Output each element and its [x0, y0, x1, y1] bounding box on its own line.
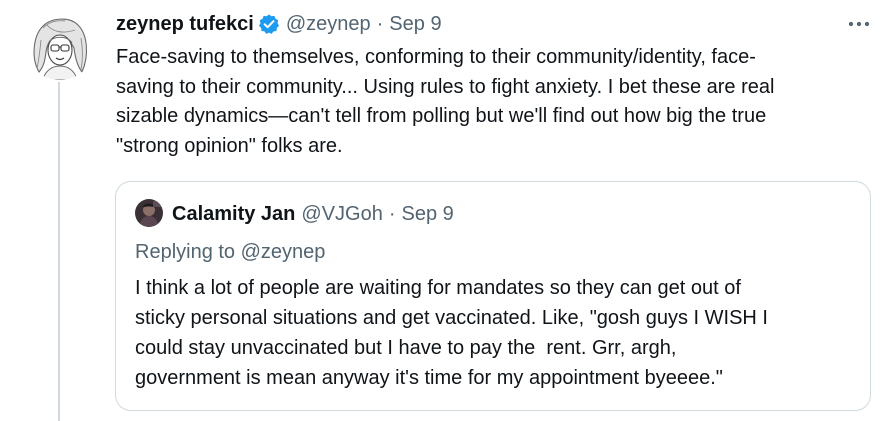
tweet-text: Face-saving to themselves, conforming to… [116, 46, 775, 157]
tweet-header: zeynep tufekci @zeynep · Sep 9 [116, 12, 442, 36]
quoted-tweet-timestamp[interactable]: Sep 9 [402, 202, 454, 226]
quoted-tweet-header: Calamity Jan @VJGoh · Sep 9 [172, 202, 454, 226]
quoted-tweet-text: I think a lot of people are waiting for … [135, 277, 768, 389]
author-handle[interactable]: @zeynep [286, 12, 371, 36]
quoted-author-display-name[interactable]: Calamity Jan [172, 202, 295, 226]
author-display-name[interactable]: zeynep tufekci [116, 12, 254, 36]
replying-to-label: Replying to [135, 241, 241, 263]
avatar[interactable] [25, 10, 95, 80]
avatar-photo [135, 199, 163, 227]
quoted-author-handle[interactable]: @VJGoh [301, 202, 382, 226]
verified-badge-icon [258, 13, 280, 35]
thread-connector-line [58, 82, 60, 421]
tweet[interactable]: zeynep tufekci @zeynep · Sep 9 Face-savi… [0, 0, 891, 421]
meta-separator: · [376, 13, 384, 35]
replying-to-line: Replying to @zeynep [135, 240, 325, 264]
avatar-illustration [25, 10, 95, 80]
tweet-timestamp[interactable]: Sep 9 [389, 12, 441, 36]
more-options-button[interactable] [841, 12, 877, 36]
quoted-tweet-card[interactable]: Calamity Jan @VJGoh · Sep 9 Replying to … [115, 181, 871, 411]
more-horizontal-icon [848, 21, 870, 27]
quoted-meta-separator: · [388, 203, 396, 225]
quoted-author-avatar[interactable] [135, 199, 163, 227]
replying-to-handle[interactable]: @zeynep [241, 241, 326, 263]
